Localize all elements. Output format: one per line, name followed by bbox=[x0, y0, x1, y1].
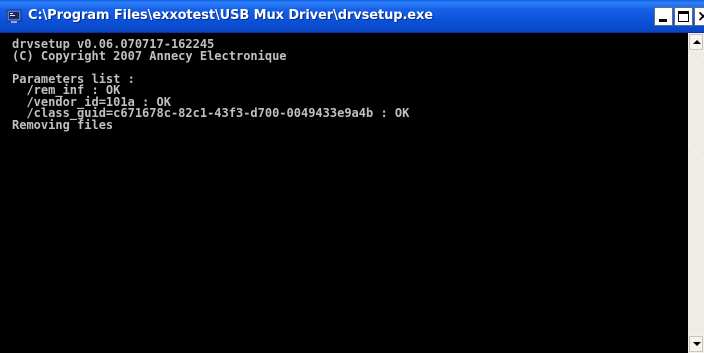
scroll-up-button[interactable] bbox=[689, 34, 703, 50]
console-app-icon[interactable] bbox=[6, 8, 22, 24]
console-window: C:\Program Files\exxotest\USB Mux Driver… bbox=[0, 0, 704, 353]
arrow-down-icon bbox=[693, 342, 701, 346]
console-line: Removing files bbox=[12, 117, 114, 132]
arrow-up-icon bbox=[693, 40, 701, 44]
console-line: (C) Copyright 2007 Annecy Electronique bbox=[12, 48, 287, 63]
window-title: C:\Program Files\exxotest\USB Mux Driver… bbox=[28, 8, 434, 23]
close-button[interactable]: × bbox=[694, 7, 704, 26]
console-line: /class_guid=c671678c-82c1-43f3-d700-0049… bbox=[12, 106, 410, 120]
scroll-track[interactable] bbox=[688, 51, 704, 335]
maximize-button[interactable] bbox=[674, 7, 693, 26]
title-bar[interactable]: C:\Program Files\exxotest\USB Mux Driver… bbox=[0, 0, 704, 33]
console-output[interactable]: drvsetup v0.06.070717-162245 (C) Copyrig… bbox=[0, 33, 688, 353]
maximize-icon bbox=[678, 11, 689, 22]
minimize-button[interactable] bbox=[654, 7, 673, 26]
vertical-scrollbar[interactable] bbox=[688, 33, 704, 353]
close-icon: × bbox=[697, 7, 704, 25]
minimize-icon bbox=[659, 19, 667, 22]
scroll-down-button[interactable] bbox=[689, 336, 703, 352]
